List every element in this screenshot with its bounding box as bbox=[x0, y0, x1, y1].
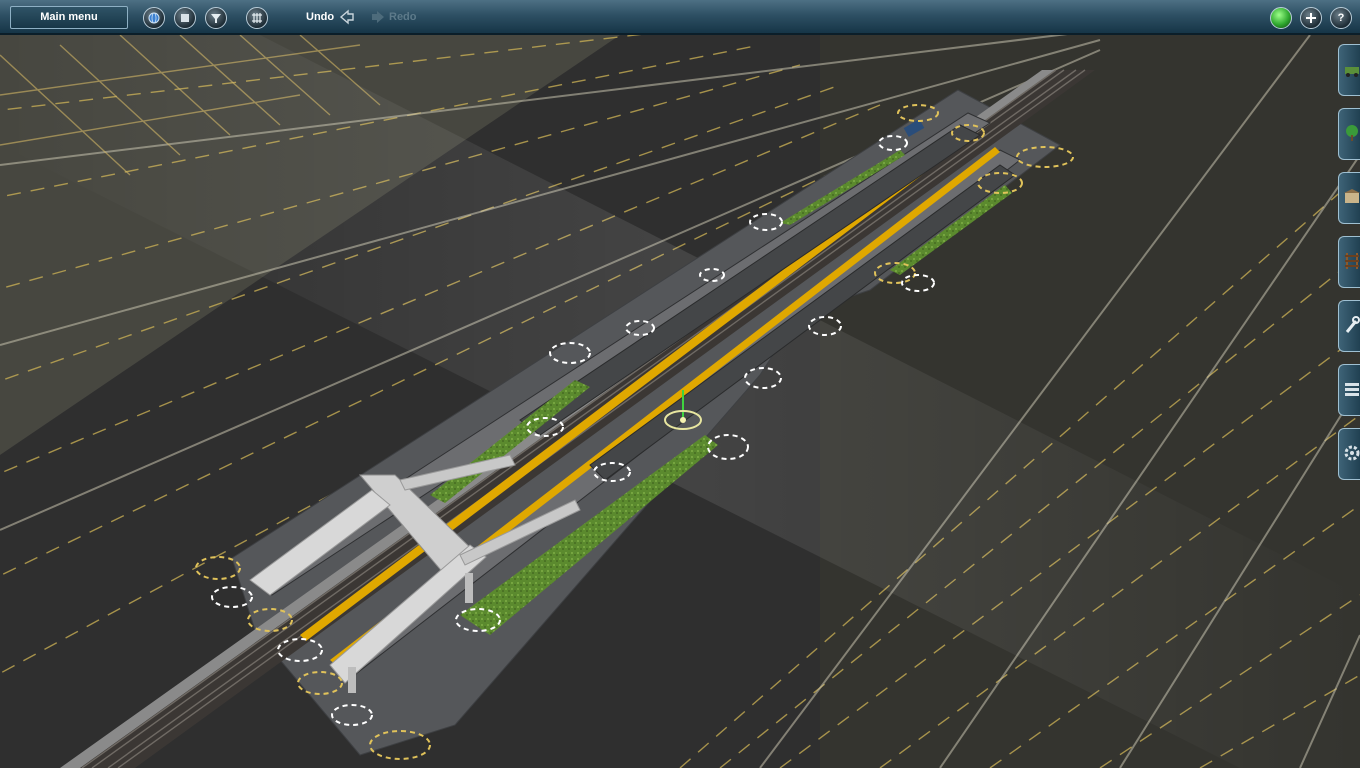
3d-viewport[interactable] bbox=[0, 35, 1360, 768]
globe-button[interactable] bbox=[143, 7, 165, 29]
tree-tool-tab[interactable] bbox=[1338, 108, 1360, 160]
grid-button[interactable] bbox=[246, 7, 268, 29]
add-button[interactable] bbox=[1300, 7, 1322, 29]
top-toolbar: Main menu Undo Redo ? bbox=[0, 0, 1360, 35]
track-tool-tab[interactable] bbox=[1338, 236, 1360, 288]
train-icon bbox=[1345, 67, 1359, 77]
layers-icon bbox=[1345, 383, 1359, 396]
wrench-tool-tab[interactable] bbox=[1338, 300, 1360, 352]
redo-button[interactable]: Redo bbox=[389, 11, 417, 23]
wrench-icon bbox=[1345, 316, 1360, 333]
stop-icon bbox=[181, 14, 189, 22]
stop-button[interactable] bbox=[174, 7, 196, 29]
help-button[interactable]: ? bbox=[1330, 7, 1352, 29]
train-tool-tab[interactable] bbox=[1338, 44, 1360, 96]
grid-icon bbox=[252, 13, 262, 23]
gear-icon bbox=[1344, 445, 1360, 461]
help-icon: ? bbox=[1337, 12, 1345, 24]
globe-icon bbox=[148, 12, 160, 24]
undo-button[interactable]: Undo bbox=[306, 11, 334, 23]
building-icon bbox=[1344, 189, 1360, 203]
main-menu-button[interactable]: Main menu bbox=[10, 6, 128, 29]
filter-icon bbox=[211, 14, 221, 23]
layers-tool-tab[interactable] bbox=[1338, 364, 1360, 416]
redo-arrow-icon[interactable] bbox=[370, 9, 386, 25]
track-icon bbox=[1345, 253, 1359, 269]
building-tool-tab[interactable] bbox=[1338, 172, 1360, 224]
filter-button[interactable] bbox=[205, 7, 227, 29]
undo-arrow-icon[interactable] bbox=[339, 9, 355, 25]
settings-tool-tab[interactable] bbox=[1338, 428, 1360, 480]
tree-icon bbox=[1346, 125, 1358, 141]
status-light-button[interactable] bbox=[1270, 7, 1292, 29]
add-icon bbox=[1306, 13, 1316, 23]
